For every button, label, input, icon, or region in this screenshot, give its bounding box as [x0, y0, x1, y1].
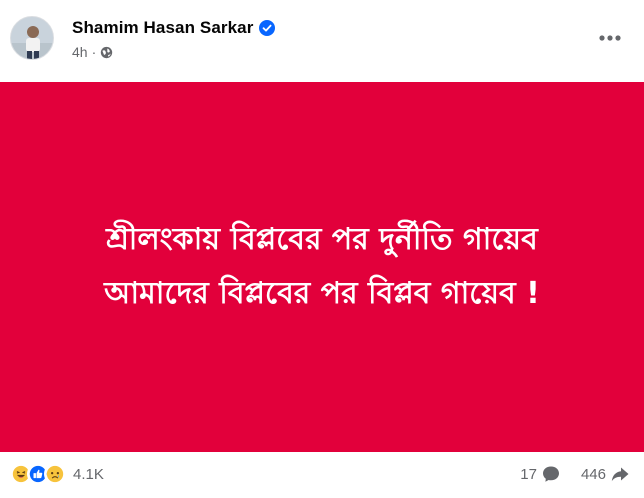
- author-name[interactable]: Shamim Hasan Sarkar: [72, 18, 253, 38]
- share-count: 446: [580, 465, 606, 483]
- comment-icon: [541, 464, 561, 484]
- facebook-post: Shamim Hasan Sarkar 4h · শ্রীলংকায় বিপ্…: [0, 0, 644, 498]
- post-text-line-1: শ্রীলংকায় বিপ্লবের পর দুর্নীতি গায়েব: [106, 222, 538, 257]
- post-footer: 4.1K 17 446: [0, 452, 644, 498]
- author-row: Shamim Hasan Sarkar: [72, 18, 276, 38]
- avatar-image: [11, 17, 53, 59]
- more-dots-icon: [599, 35, 621, 41]
- post-text: শ্রীলংকায় বিপ্লবের পর দুর্নীতি গায়েব আ…: [104, 213, 540, 321]
- reaction-count: 4.1K: [73, 465, 104, 483]
- engagement-stats: 17 446: [520, 464, 630, 484]
- post-time[interactable]: 4h: [72, 44, 88, 60]
- sad-icon: [44, 463, 66, 485]
- reactions-summary[interactable]: 4.1K: [10, 463, 104, 485]
- shares-count-link[interactable]: 446: [581, 464, 630, 484]
- comment-count: 17: [520, 465, 537, 483]
- post-header: Shamim Hasan Sarkar 4h ·: [0, 0, 644, 82]
- post-text-line-2: আমাদের বিপ্লবের পর বিপ্লব গায়েব !: [104, 276, 540, 311]
- share-icon: [610, 464, 630, 484]
- avatar[interactable]: [10, 16, 54, 60]
- more-options-button[interactable]: [594, 26, 626, 50]
- comments-count-link[interactable]: 17: [520, 464, 561, 484]
- verified-badge-icon: [259, 20, 276, 36]
- globe-icon[interactable]: [100, 46, 113, 59]
- post-text-background[interactable]: শ্রীলংকায় বিপ্লবের পর দুর্নীতি গায়েব আ…: [0, 82, 644, 452]
- post-meta: 4h ·: [72, 44, 113, 60]
- meta-separator: ·: [91, 44, 97, 60]
